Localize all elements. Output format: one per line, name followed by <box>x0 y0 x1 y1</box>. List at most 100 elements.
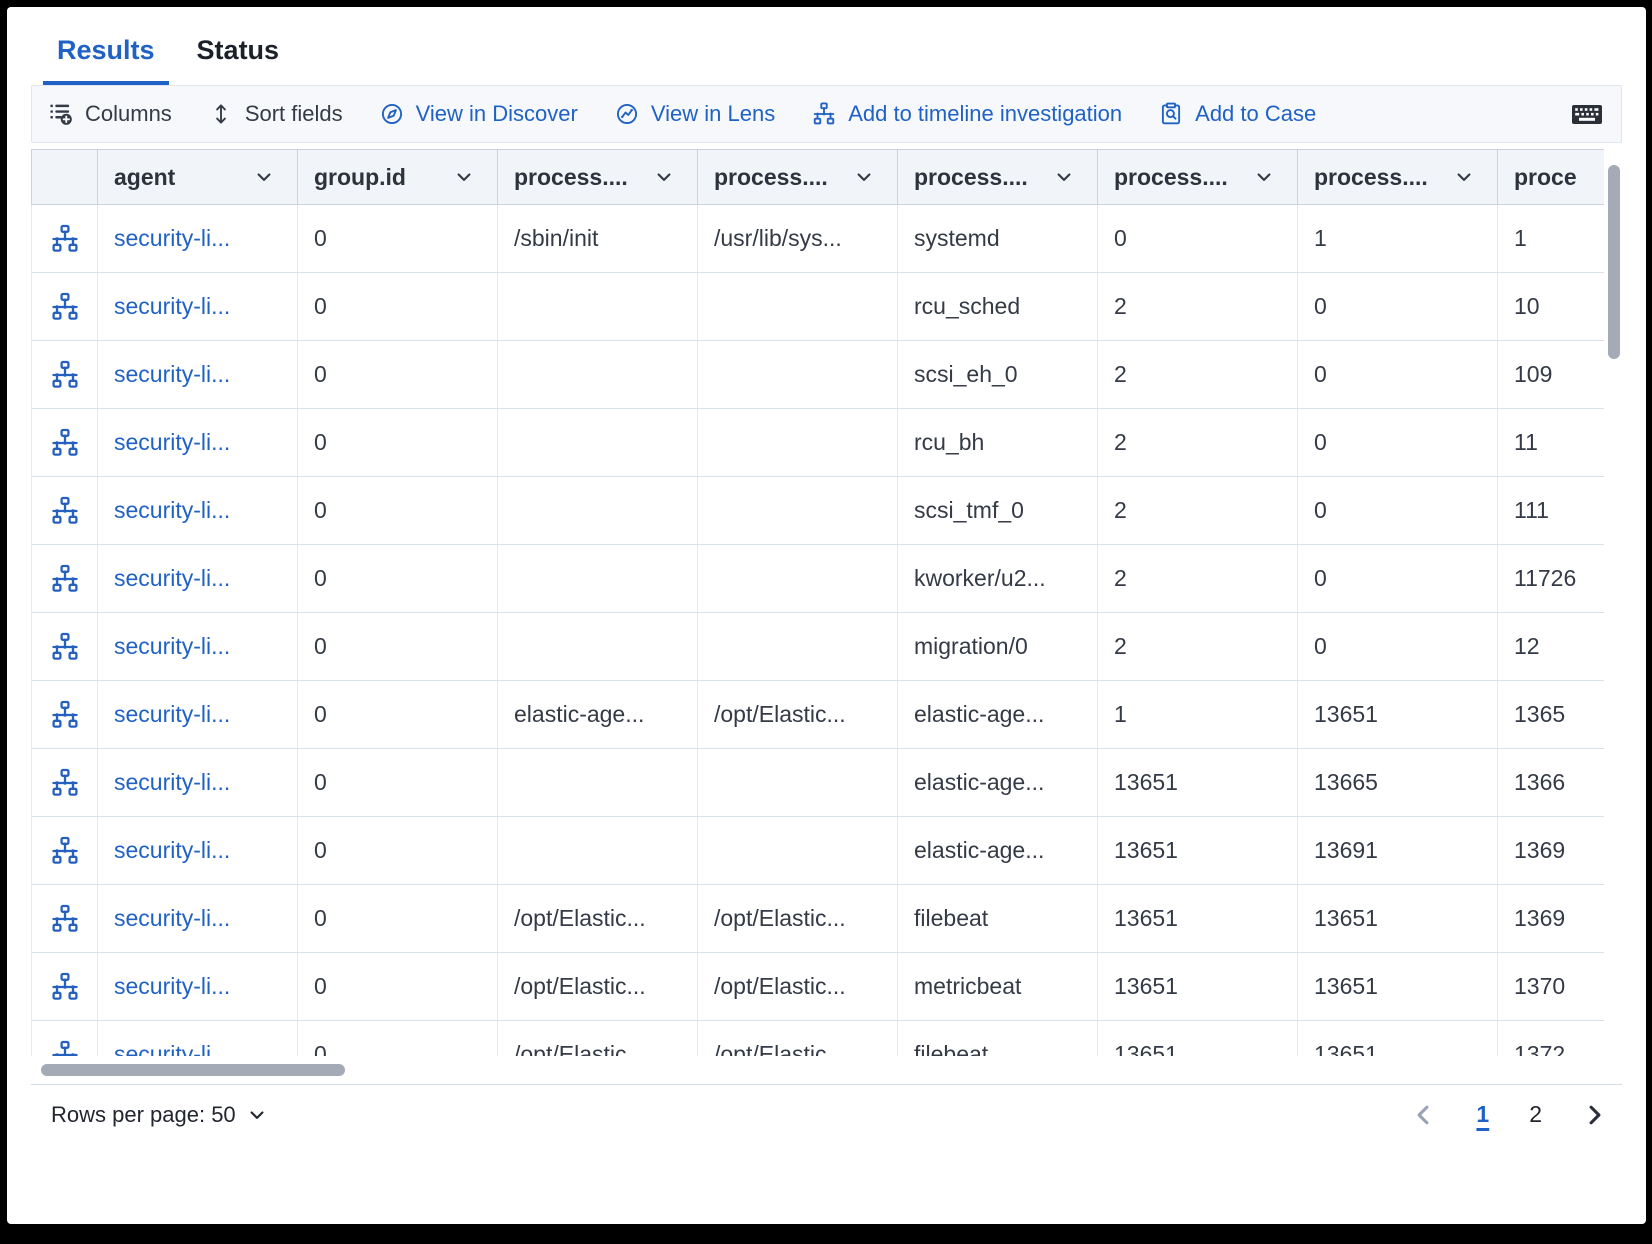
cell-group-id: 0 <box>298 273 498 341</box>
cell-agent-link[interactable]: security-li... <box>98 273 298 341</box>
cell-agent-link[interactable]: security-li... <box>98 1021 298 1056</box>
cell-group-id: 0 <box>298 341 498 409</box>
cell-process: 0 <box>1298 409 1498 477</box>
vertical-scrollbar[interactable] <box>1608 151 1620 1054</box>
table-row: security-li...0rcu_sched2010 <box>31 273 1604 341</box>
sort-fields-icon <box>208 101 234 127</box>
tab-status[interactable]: Status <box>183 25 294 85</box>
toolbar-sort-fields-button[interactable]: Sort fields <box>208 101 343 127</box>
table-row: security-li...0elastic-age.../opt/Elasti… <box>31 681 1604 749</box>
cell-agent-link[interactable]: security-li... <box>98 545 298 613</box>
column-header-7-process[interactable]: process.... <box>1298 149 1498 205</box>
cell-process: /opt/Elastic... <box>498 885 698 953</box>
chevron-down-icon[interactable] <box>455 168 473 186</box>
vertical-scrollbar-thumb[interactable] <box>1608 165 1620 359</box>
cell-process <box>698 273 898 341</box>
analyze-event-button[interactable] <box>45 491 85 531</box>
cell-agent-link[interactable]: security-li... <box>98 477 298 545</box>
cell-row-actions <box>31 681 98 749</box>
cell-agent-link[interactable]: security-li... <box>98 681 298 749</box>
chevron-down-icon[interactable] <box>655 168 673 186</box>
toolbar-item-label: View in Lens <box>651 101 775 127</box>
cell-process: scsi_tmf_0 <box>898 477 1098 545</box>
column-header-label: process.... <box>1114 164 1228 191</box>
cell-process <box>698 341 898 409</box>
page-2-button[interactable]: 2 <box>1529 1101 1542 1128</box>
chevron-down-icon[interactable] <box>855 168 873 186</box>
column-header-4-process[interactable]: process.... <box>698 149 898 205</box>
cell-agent-link[interactable]: security-li... <box>98 613 298 681</box>
tab-results[interactable]: Results <box>43 25 169 85</box>
cell-process <box>698 817 898 885</box>
chevron-down-icon[interactable] <box>1255 168 1273 186</box>
rows-per-page-button[interactable]: Rows per page: 50 <box>51 1102 266 1128</box>
cell-agent-link[interactable]: security-li... <box>98 817 298 885</box>
chevron-down-icon[interactable] <box>255 168 273 186</box>
cell-proce: 11 <box>1498 409 1604 477</box>
analyze-event-icon <box>49 971 81 1003</box>
cell-agent-link[interactable]: security-li... <box>98 341 298 409</box>
analyze-event-button[interactable] <box>45 695 85 735</box>
toolbar-add-to-case-button[interactable]: Add to Case <box>1158 101 1316 127</box>
cell-process: kworker/u2... <box>898 545 1098 613</box>
column-header-1-agent[interactable]: agent <box>98 149 298 205</box>
cell-agent-link[interactable]: security-li... <box>98 953 298 1021</box>
cell-group-id: 0 <box>298 613 498 681</box>
cell-agent-link[interactable]: security-li... <box>98 885 298 953</box>
cell-agent-link[interactable]: security-li... <box>98 409 298 477</box>
horizontal-scrollbar[interactable] <box>31 1056 1604 1084</box>
cell-proce: 10 <box>1498 273 1604 341</box>
toolbar-add-to-timeline-investigation-button[interactable]: Add to timeline investigation <box>811 101 1122 127</box>
table-row: security-li...0/sbin/init/usr/lib/sys...… <box>31 205 1604 273</box>
analyze-event-button[interactable] <box>45 355 85 395</box>
keyboard-shortcuts-button[interactable] <box>1569 98 1605 130</box>
horizontal-scrollbar-thumb[interactable] <box>41 1064 345 1076</box>
previous-page-button[interactable] <box>1410 1102 1436 1128</box>
cell-process: 1 <box>1298 205 1498 273</box>
analyze-event-button[interactable] <box>45 831 85 871</box>
page-1-button[interactable]: 1 <box>1476 1101 1489 1128</box>
column-header-label: proce <box>1514 164 1577 191</box>
next-page-button[interactable] <box>1582 1102 1608 1128</box>
cell-process: /opt/Elastic... <box>698 953 898 1021</box>
analyze-event-button[interactable] <box>45 219 85 259</box>
analyze-event-button[interactable] <box>45 967 85 1007</box>
column-header-2-group-id[interactable]: group.id <box>298 149 498 205</box>
toolbar-columns-button[interactable]: Columns <box>48 101 172 127</box>
cell-process <box>498 477 698 545</box>
analyze-event-icon <box>49 223 81 255</box>
chevron-down-icon[interactable] <box>1055 168 1073 186</box>
analyze-event-button[interactable] <box>45 1035 85 1057</box>
chevron-down-icon <box>248 1106 266 1124</box>
toolbar-view-in-discover-button[interactable]: View in Discover <box>379 101 578 127</box>
table-row: security-li...0scsi_eh_020109 <box>31 341 1604 409</box>
cell-process <box>498 749 698 817</box>
analyze-event-button[interactable] <box>45 287 85 327</box>
analyze-event-button[interactable] <box>45 627 85 667</box>
column-header-label: process.... <box>1314 164 1428 191</box>
cell-agent-link[interactable]: security-li... <box>98 205 298 273</box>
column-header-6-process[interactable]: process.... <box>1098 149 1298 205</box>
cell-proce: 1370 <box>1498 953 1604 1021</box>
toolbar-view-in-lens-button[interactable]: View in Lens <box>614 101 775 127</box>
cell-proce: 1369 <box>1498 885 1604 953</box>
cell-agent-link[interactable]: security-li... <box>98 749 298 817</box>
cell-group-id: 0 <box>298 953 498 1021</box>
cell-row-actions <box>31 885 98 953</box>
analyze-event-button[interactable] <box>45 763 85 803</box>
analyze-event-button[interactable] <box>45 559 85 599</box>
column-header-8-proce[interactable]: proce <box>1498 149 1604 205</box>
chevron-down-icon[interactable] <box>1455 168 1473 186</box>
cell-process: 2 <box>1098 409 1298 477</box>
column-header-5-process[interactable]: process.... <box>898 149 1098 205</box>
column-header-3-process[interactable]: process.... <box>498 149 698 205</box>
analyze-event-button[interactable] <box>45 899 85 939</box>
cell-process: 1 <box>1098 681 1298 749</box>
cell-proce: 1369 <box>1498 817 1604 885</box>
cell-process: 2 <box>1098 613 1298 681</box>
analyze-event-button[interactable] <box>45 423 85 463</box>
cell-row-actions <box>31 409 98 477</box>
cell-process: 0 <box>1298 341 1498 409</box>
cell-group-id: 0 <box>298 749 498 817</box>
cell-proce: 12 <box>1498 613 1604 681</box>
